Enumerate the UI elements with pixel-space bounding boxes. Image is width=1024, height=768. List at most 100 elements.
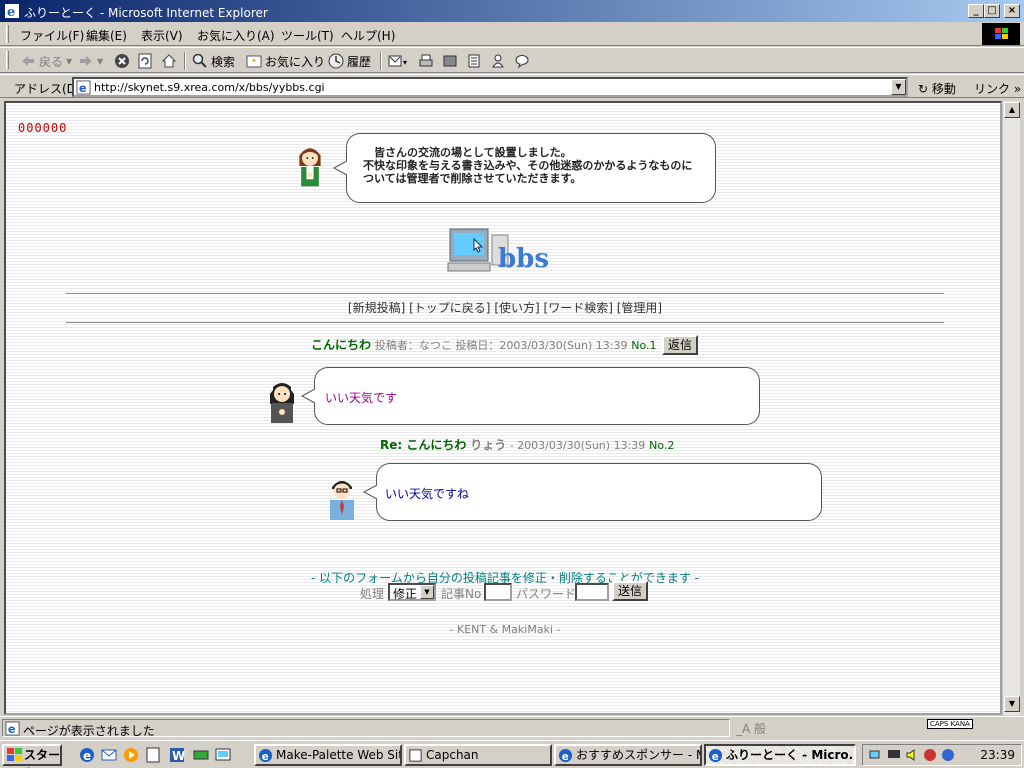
app-quicklaunch-icon[interactable]: [192, 746, 210, 764]
access-counter: 000000: [18, 121, 68, 135]
forward-arrow-icon: [80, 56, 92, 66]
ie-icon: e: [5, 4, 19, 19]
history-button[interactable]: 履歴: [328, 52, 371, 70]
reply-button[interactable]: 返信: [662, 335, 698, 355]
media-player-quicklaunch-icon[interactable]: [122, 746, 140, 764]
vertical-scrollbar[interactable]: ▲ ▼: [1002, 101, 1020, 715]
app-tray-icon[interactable]: [923, 748, 937, 762]
nav-word-search[interactable]: [ワード検索]: [544, 301, 613, 315]
forward-button[interactable]: ▼: [78, 52, 103, 70]
girl-avatar-icon: [299, 148, 321, 187]
notepad-quicklaunch-icon[interactable]: [144, 746, 162, 764]
start-button[interactable]: スタート: [2, 744, 62, 768]
desktop-quicklaunch-icon[interactable]: [214, 746, 232, 764]
favorites-label: お気に入り: [265, 54, 326, 69]
search-button[interactable]: 検索: [192, 52, 235, 70]
address-label: アドレス(D): [14, 82, 81, 96]
submit-button[interactable]: 送信: [612, 581, 648, 601]
taskbar-item[interactable]: Capchan: [404, 744, 552, 766]
taskbar-item-active[interactable]: e ふりーとーく - Micro...: [704, 744, 856, 766]
nav-howto[interactable]: [使い方]: [494, 301, 539, 315]
action-select[interactable]: 修正 ▼: [388, 583, 436, 601]
svg-text:e: e: [8, 723, 16, 736]
system-tray: 23:39: [862, 744, 1022, 766]
menu-favorites[interactable]: お気に入り(A): [197, 27, 275, 44]
nav-admin[interactable]: [管理用]: [617, 301, 662, 315]
back-dropdown-icon[interactable]: ▼: [66, 57, 72, 66]
post-date: - 2003/03/30(Sun) 13:39: [506, 439, 646, 452]
ie-quicklaunch-icon[interactable]: e: [78, 746, 96, 764]
network-tray-icon[interactable]: [869, 748, 883, 762]
status-text: ページが表示されました: [23, 724, 155, 738]
post-subject: こんにちわ: [311, 338, 372, 352]
toolbar: 戻る ▼ ▼ 検索 お気に入り 履歴 ▾: [0, 47, 1024, 73]
close-button[interactable]: ×: [1004, 4, 1020, 18]
caps-kana-indicator: CAPS KANA: [927, 719, 973, 729]
action-select-value: 修正: [393, 587, 418, 601]
address-url[interactable]: http://skynet.s9.xrea.com/x/bbs/yybbs.cg…: [94, 81, 325, 94]
menu-grip[interactable]: [6, 25, 9, 43]
back-button[interactable]: 戻る ▼: [20, 52, 72, 70]
forward-dropdown-icon[interactable]: ▼: [97, 57, 103, 66]
welcome-message: 皆さんの交流の場として設置しました。 不快な印象を与える書き込みや、その他迷惑の…: [363, 146, 693, 185]
toolbar-grip[interactable]: [6, 51, 9, 69]
post-message: いい天気です: [325, 391, 398, 405]
taskbar-item-label: Capchan: [426, 748, 479, 762]
logo-text: bbs: [498, 244, 549, 274]
volume-tray-icon[interactable]: [905, 748, 919, 762]
nav-top[interactable]: [トップに戻る]: [409, 301, 490, 315]
taskbar-item[interactable]: e Make-Palette Web Site...: [254, 744, 402, 766]
taskbar-item[interactable]: e おすすめスポンサー - Mi...: [554, 744, 702, 766]
refresh-icon[interactable]: [137, 52, 153, 70]
windows-flag-icon: [7, 748, 22, 761]
discuss-icon[interactable]: [466, 52, 482, 70]
word-quicklaunch-icon[interactable]: W: [168, 746, 186, 764]
favorites-icon: [246, 55, 262, 68]
taskbar: スタート e W e Make-Palette Web Site... Capc…: [0, 740, 1024, 768]
svg-text:▾: ▾: [403, 58, 407, 67]
home-icon[interactable]: [161, 52, 177, 70]
message-bubble: いい天気ですね: [363, 463, 822, 521]
menu-bar: ファイル(F) 編集(E) 表示(V) お気に入り(A) ツール(T) ヘルプ(…: [0, 22, 1024, 46]
nav-new-post[interactable]: [新規投稿]: [348, 301, 405, 315]
chat-icon[interactable]: [514, 52, 530, 70]
nav-links: [新規投稿] [トップに戻る] [使い方] [ワード検索] [管理用]: [6, 299, 1000, 316]
ime-toolbar[interactable]: _A 般: [736, 720, 766, 737]
outlook-quicklaunch-icon[interactable]: [100, 746, 118, 764]
svg-text:e: e: [7, 5, 15, 19]
edit-icon[interactable]: [442, 52, 458, 70]
page-done-icon: e: [5, 721, 20, 736]
menu-edit[interactable]: 編集(E): [86, 27, 127, 44]
password-input[interactable]: [575, 583, 609, 601]
back-label: 戻る: [39, 54, 64, 69]
scroll-down-icon[interactable]: ▼: [1004, 696, 1020, 712]
print-icon[interactable]: [418, 52, 434, 70]
article-no-label: 記事No: [441, 587, 482, 601]
monitor-tray-icon[interactable]: [887, 748, 901, 762]
menu-help[interactable]: ヘルプ(H): [341, 27, 395, 44]
links-button[interactable]: リンク »: [974, 80, 1021, 97]
stop-icon[interactable]: [114, 52, 130, 70]
go-label: 移動: [931, 82, 956, 96]
bubble-tail: [301, 388, 315, 404]
messenger-tray-icon[interactable]: [941, 748, 955, 762]
mail-icon[interactable]: ▾: [388, 52, 410, 70]
chevron-down-icon[interactable]: ▼: [420, 585, 434, 599]
menu-view[interactable]: 表示(V): [141, 27, 183, 44]
history-icon: [328, 53, 344, 69]
address-dropdown-icon[interactable]: ▼: [891, 79, 906, 95]
maximize-button[interactable]: □: [984, 4, 1000, 18]
article-no-input[interactable]: [484, 583, 512, 601]
svg-text:e: e: [712, 751, 719, 763]
scroll-up-icon[interactable]: ▲: [1004, 102, 1020, 118]
minimize-button[interactable]: _: [968, 4, 984, 18]
address-field[interactable]: e http://skynet.s9.xrea.com/x/bbs/yybbs.…: [72, 77, 908, 97]
menu-file[interactable]: ファイル(F): [20, 27, 84, 44]
post-date: 2003/03/30(Sun) 13:39: [499, 339, 628, 352]
menu-tools[interactable]: ツール(T): [281, 27, 334, 44]
favorites-button[interactable]: お気に入り: [246, 52, 325, 70]
action-label: 処理: [360, 587, 385, 601]
go-button[interactable]: ↻ 移動: [918, 80, 956, 97]
messenger-icon[interactable]: [490, 52, 506, 70]
welcome-bubble: 皆さんの交流の場として設置しました。 不快な印象を与える書き込みや、その他迷惑の…: [333, 133, 716, 203]
